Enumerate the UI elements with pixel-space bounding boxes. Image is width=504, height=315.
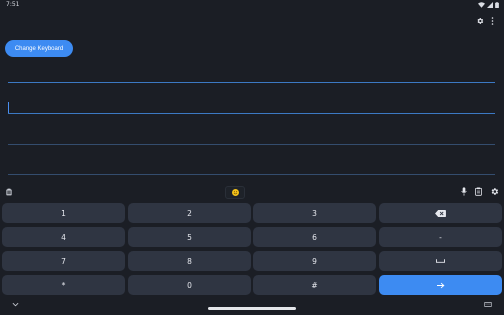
key-5[interactable]: 5 [128,227,251,247]
keyboard-settings-icon[interactable] [490,187,499,196]
text-field-4[interactable] [8,174,495,175]
space-key[interactable] [379,251,502,271]
emoji-key[interactable] [225,186,245,199]
status-time: 7:51 [6,1,20,8]
arrow-right-icon [436,282,444,288]
navigation-bar [0,296,504,315]
wifi-icon [478,2,485,8]
enter-key[interactable] [379,275,502,295]
backspace-key[interactable] [379,203,502,223]
key-minus[interactable]: - [379,227,502,247]
key-0[interactable]: 0 [128,275,251,295]
space-icon [436,259,445,263]
keyboard-switch-icon[interactable] [484,302,492,307]
change-keyboard-button[interactable]: Change Keyboard [5,40,73,57]
home-handle[interactable] [208,307,296,310]
app-actions [476,17,494,25]
key-1[interactable]: 1 [2,203,125,223]
battery-icon [495,2,499,8]
text-field-2[interactable] [8,113,495,114]
microphone-icon[interactable] [461,187,467,196]
key-2[interactable]: 2 [128,203,251,223]
key-hash[interactable]: # [253,275,376,295]
key-4[interactable]: 4 [2,227,125,247]
more-vert-icon[interactable] [491,17,494,25]
settings-icon[interactable] [476,17,484,25]
signal-icon [487,2,493,8]
key-9[interactable]: 9 [253,251,376,271]
key-3[interactable]: 3 [253,203,376,223]
key-6[interactable]: 6 [253,227,376,247]
status-icons [478,2,499,8]
text-field-3[interactable] [8,144,495,145]
phone-keyboard-screen: 7:51 Change Keyboard 1 2 3 4 5 6 - 7 8 9… [0,0,504,315]
toolbar-right-icons [461,187,499,196]
clipboard-clear-icon[interactable] [6,188,12,196]
backspace-icon [435,209,446,217]
text-cursor [8,102,9,113]
key-8[interactable]: 8 [128,251,251,271]
text-field-1[interactable] [8,82,495,83]
chevron-down-icon[interactable] [12,302,19,307]
key-star[interactable]: * [2,275,125,295]
key-7[interactable]: 7 [2,251,125,271]
emoji-icon [231,189,239,196]
clipboard-icon[interactable] [475,187,482,196]
keyboard-toolbar [0,184,504,201]
status-bar: 7:51 [0,0,504,10]
